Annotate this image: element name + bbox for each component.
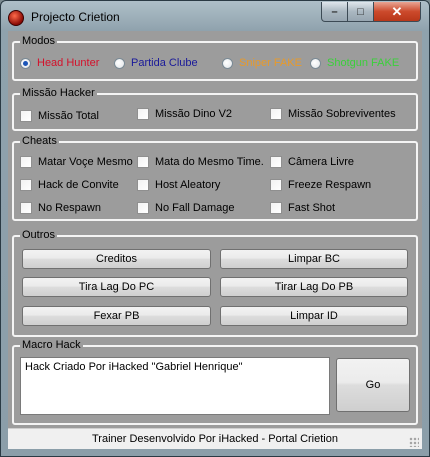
- checkbox-hack-de-convite[interactable]: Hack de Convite: [20, 179, 119, 191]
- checkbox-camera-livre[interactable]: Câmera Livre: [270, 156, 354, 168]
- title-bar[interactable]: Projecto Crietion – □ ✕: [1, 1, 429, 31]
- mode-option-shotgun-fake[interactable]: Shotgun FAKE: [310, 57, 399, 69]
- checkbox-host-aleatory[interactable]: Host Aleatory: [137, 179, 220, 191]
- checkbox-matar-voce-mesmo[interactable]: Matar Voçe Mesmo: [20, 156, 133, 168]
- cheats-group: Cheats Matar Voçe Mesmo Mata do Mesmo Ti…: [12, 135, 418, 221]
- checkbox-no-respawn[interactable]: No Respawn: [20, 202, 101, 214]
- limpar-id-button[interactable]: Limpar ID: [220, 306, 408, 326]
- cheats-legend: Cheats: [20, 135, 59, 148]
- checkbox-missao-total[interactable]: Missão Total: [20, 110, 99, 122]
- checkbox-mata-do-mesmo-time[interactable]: Mata do Mesmo Time.: [137, 156, 264, 168]
- mode-label: Sniper FAKE: [239, 57, 302, 69]
- checkbox[interactable]: [270, 202, 282, 214]
- checkbox-label: No Respawn: [38, 202, 101, 214]
- mode-option-partida-clube[interactable]: Partida Clube: [114, 57, 198, 69]
- app-window: Projecto Crietion – □ ✕ Modos Head Hunte…: [0, 0, 430, 457]
- radio-button[interactable]: [114, 57, 125, 69]
- limpar-bc-button[interactable]: Limpar BC: [220, 249, 408, 269]
- checkbox[interactable]: [270, 156, 282, 168]
- checkbox[interactable]: [137, 108, 149, 120]
- client-area: Modos Head Hunter Partida Clube Sniper F…: [8, 31, 422, 449]
- checkbox[interactable]: [20, 156, 32, 168]
- checkbox[interactable]: [137, 202, 149, 214]
- outros-legend: Outros: [20, 229, 58, 242]
- checkbox-label: Fast Shot: [288, 202, 336, 214]
- mode-label: Shotgun FAKE: [327, 57, 400, 69]
- mode-option-sniper-fake[interactable]: Sniper FAKE: [222, 57, 302, 69]
- checkbox-label: Missão Total: [38, 110, 99, 122]
- status-bar: Trainer Desenvolvido Por iHacked - Porta…: [8, 428, 422, 449]
- checkbox-label: Missão Sobreviventes: [288, 108, 396, 120]
- checkbox[interactable]: [20, 202, 32, 214]
- checkbox-missao-dino-v2[interactable]: Missão Dino V2: [137, 108, 232, 120]
- creditos-button[interactable]: Creditos: [22, 249, 211, 269]
- macro-hack-group: Macro Hack Hack Criado Por iHacked "Gabr…: [12, 339, 418, 425]
- checkbox-label: Câmera Livre: [288, 156, 355, 168]
- checkbox-label: Matar Voçe Mesmo: [38, 156, 133, 168]
- mode-label: Head Hunter: [37, 57, 100, 69]
- resize-grip-icon[interactable]: [409, 437, 419, 447]
- outros-group: Outros Creditos Limpar BC Tira Lag Do PC…: [12, 229, 418, 337]
- go-button[interactable]: Go: [336, 358, 410, 412]
- checkbox[interactable]: [270, 108, 282, 120]
- checkbox[interactable]: [270, 179, 282, 191]
- tirar-lag-do-pb-button[interactable]: Tirar Lag Do PB: [220, 277, 408, 297]
- modos-legend: Modos: [20, 35, 58, 48]
- checkbox-label: No Fall Damage: [155, 202, 235, 214]
- window-title: Projecto Crietion: [31, 10, 120, 24]
- checkbox-label: Freeze Respawn: [288, 179, 372, 191]
- modos-group: Modos Head Hunter Partida Clube Sniper F…: [12, 35, 418, 81]
- radio-button[interactable]: [20, 57, 31, 69]
- status-text: Trainer Desenvolvido Por iHacked - Porta…: [92, 433, 338, 445]
- checkbox[interactable]: [137, 156, 149, 168]
- missao-group: Missão Hacker Missão Total Missão Dino V…: [12, 87, 418, 131]
- checkbox-no-fall-damage[interactable]: No Fall Damage: [137, 202, 234, 214]
- checkbox-fast-shot[interactable]: Fast Shot: [270, 202, 335, 214]
- macro-text-area[interactable]: Hack Criado Por iHacked "Gabriel Henriqu…: [20, 357, 330, 415]
- checkbox[interactable]: [20, 110, 32, 122]
- checkbox[interactable]: [137, 179, 149, 191]
- checkbox[interactable]: [20, 179, 32, 191]
- maximize-button[interactable]: □: [347, 2, 374, 22]
- radio-button[interactable]: [222, 57, 233, 69]
- checkbox-label: Hack de Convite: [38, 179, 119, 191]
- macro-hack-legend: Macro Hack: [20, 339, 83, 352]
- mode-option-head-hunter[interactable]: Head Hunter: [20, 57, 99, 69]
- checkbox-label: Missão Dino V2: [155, 108, 233, 120]
- checkbox-label: Mata do Mesmo Time.: [155, 156, 264, 168]
- fexar-pb-button[interactable]: Fexar PB: [22, 306, 211, 326]
- checkbox-label: Host Aleatory: [155, 179, 221, 191]
- app-icon: [8, 10, 24, 26]
- tira-lag-do-pc-button[interactable]: Tira Lag Do PC: [22, 277, 211, 297]
- minimize-button[interactable]: –: [321, 2, 348, 22]
- missao-legend: Missão Hacker: [20, 87, 97, 100]
- checkbox-freeze-respawn[interactable]: Freeze Respawn: [270, 179, 371, 191]
- radio-button[interactable]: [310, 57, 321, 69]
- mode-label: Partida Clube: [131, 57, 198, 69]
- close-button[interactable]: ✕: [373, 2, 421, 22]
- checkbox-missao-sobreviventes[interactable]: Missão Sobreviventes: [270, 108, 396, 120]
